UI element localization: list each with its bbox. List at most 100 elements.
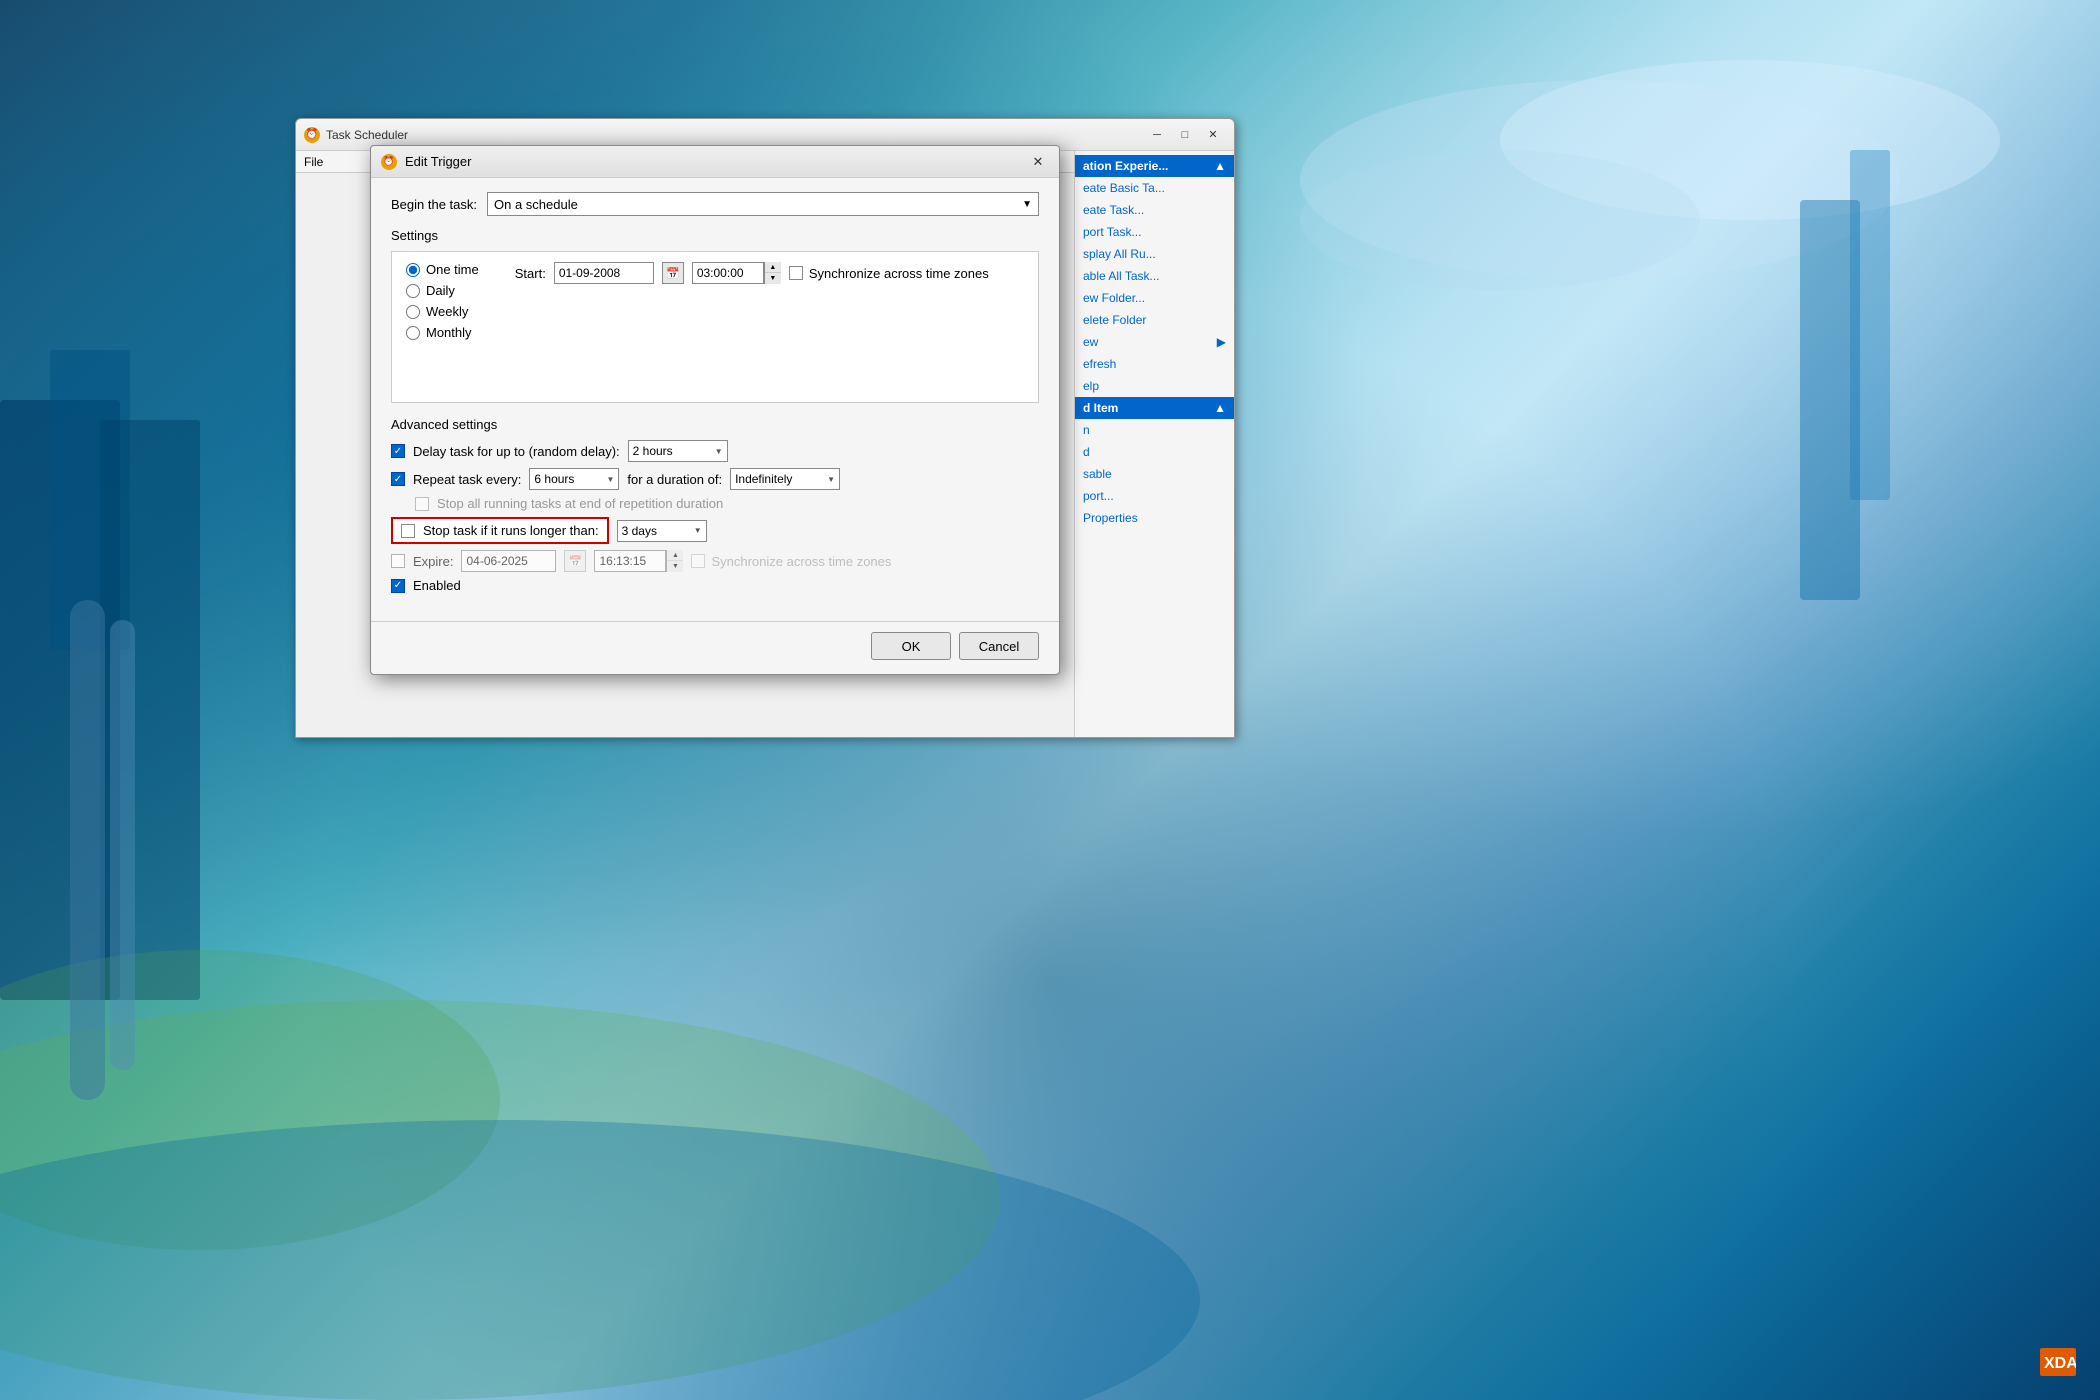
sidebar-header-label: ation Experie...	[1083, 159, 1168, 173]
expire-spin-down[interactable]: ▼	[667, 561, 683, 572]
sidebar-header-selected-label: d Item	[1083, 401, 1118, 415]
stop-task-checkbox[interactable]	[401, 524, 415, 538]
dialog-close-button[interactable]: ✕	[1027, 151, 1049, 173]
cancel-button[interactable]: Cancel	[959, 632, 1039, 660]
settings-right: Start: 01-09-2008 📅 03:00:00	[515, 262, 1024, 392]
expire-date-field[interactable]: 04-06-2025	[461, 550, 556, 572]
begin-task-value: On a schedule	[494, 197, 578, 212]
sidebar-item-help[interactable]: elp	[1075, 375, 1234, 397]
stop-task-value: 3 days	[622, 524, 657, 538]
weekly-radio[interactable]	[406, 305, 420, 319]
sidebar-item-import[interactable]: port Task...	[1075, 221, 1234, 243]
expire-date-value: 04-06-2025	[466, 554, 527, 568]
delay-value-select[interactable]: 2 hours ▼	[628, 440, 728, 462]
close-button[interactable]: ✕	[1200, 125, 1226, 145]
expire-time-control: 16:13:15 ▲ ▼	[594, 550, 683, 572]
sidebar-item-create-task[interactable]: eate Task...	[1075, 199, 1234, 221]
expire-label: Expire:	[413, 554, 453, 569]
enabled-checkbox[interactable]: ✓	[391, 579, 405, 593]
monthly-label: Monthly	[426, 325, 472, 340]
sidebar-item-properties[interactable]: Properties	[1075, 507, 1234, 529]
start-date-value: 01-09-2008	[559, 266, 620, 280]
file-menu[interactable]: File	[304, 155, 323, 169]
sidebar-item-run[interactable]: n	[1075, 419, 1234, 441]
radio-weekly[interactable]: Weekly	[406, 304, 479, 319]
one-time-radio[interactable]	[406, 263, 420, 277]
radio-daily[interactable]: Daily	[406, 283, 479, 298]
settings-title: Settings	[391, 228, 1039, 243]
sidebar-item-export[interactable]: port...	[1075, 485, 1234, 507]
xda-logo-icon: XDA	[2040, 1348, 2076, 1376]
time-spin-down[interactable]: ▼	[765, 273, 781, 284]
sidebar-item-display-running[interactable]: splay All Ru...	[1075, 243, 1234, 265]
radio-one-time[interactable]: One time	[406, 262, 479, 277]
expire-time-field[interactable]: 16:13:15	[594, 550, 666, 572]
dialog-title: Edit Trigger	[405, 154, 1019, 169]
repeat-task-row: ✓ Repeat task every: 6 hours ▼ for a dur…	[391, 468, 1039, 490]
minimize-button[interactable]: ─	[1144, 125, 1170, 145]
sidebar-header-arrow: ▲	[1214, 159, 1226, 173]
expire-calendar-button[interactable]: 📅	[564, 550, 586, 572]
repeat-task-checkbox[interactable]: ✓	[391, 472, 405, 486]
enabled-row: ✓ Enabled	[391, 578, 1039, 593]
time-spin-up[interactable]: ▲	[765, 262, 781, 273]
sync-label: Synchronize across time zones	[809, 266, 989, 281]
sidebar-item-disable[interactable]: sable	[1075, 463, 1234, 485]
calendar-button[interactable]: 📅	[662, 262, 684, 284]
settings-section: Settings One time Daily	[391, 228, 1039, 403]
monthly-radio[interactable]	[406, 326, 420, 340]
expire-sync-row: Synchronize across time zones	[691, 554, 891, 569]
sidebar-item-delete-folder[interactable]: elete Folder	[1075, 309, 1234, 331]
daily-label: Daily	[426, 283, 455, 298]
begin-task-arrow-icon: ▼	[1022, 199, 1032, 210]
maximize-button[interactable]: □	[1172, 125, 1198, 145]
start-label: Start:	[515, 266, 546, 281]
stop-running-row: Stop all running tasks at end of repetit…	[415, 496, 1039, 511]
advanced-section: Advanced settings ✓ Delay task for up to…	[391, 417, 1039, 593]
sidebar-item-new-folder[interactable]: ew Folder...	[1075, 287, 1234, 309]
weekly-label: Weekly	[426, 304, 468, 319]
expire-sync-label: Synchronize across time zones	[711, 554, 891, 569]
expire-checkbox[interactable]	[391, 554, 405, 568]
radio-monthly[interactable]: Monthly	[406, 325, 479, 340]
dialog-titlebar: ⏰ Edit Trigger ✕	[371, 146, 1059, 178]
sidebar-header-selected-arrow: ▲	[1214, 401, 1226, 415]
duration-value-select[interactable]: Indefinitely ▼	[730, 468, 840, 490]
enabled-label: Enabled	[413, 578, 461, 593]
sidebar-item-view[interactable]: ew▶	[1075, 331, 1234, 353]
xda-watermark: XDA	[2040, 1348, 2076, 1376]
expire-spin-buttons: ▲ ▼	[666, 550, 683, 572]
expire-spin-up[interactable]: ▲	[667, 550, 683, 561]
stop-task-label: Stop task if it runs longer than:	[423, 523, 599, 538]
settings-inner: One time Daily Weekly Monthly	[406, 262, 1024, 392]
stop-task-arrow-icon: ▼	[694, 526, 702, 535]
sidebar-item-end[interactable]: d	[1075, 441, 1234, 463]
start-time-field[interactable]: 03:00:00	[692, 262, 764, 284]
repeat-select-arrow-icon: ▼	[606, 475, 614, 484]
repeat-value-select[interactable]: 6 hours ▼	[529, 468, 619, 490]
sidebar-item-refresh[interactable]: efresh	[1075, 353, 1234, 375]
dialog-icon: ⏰	[381, 154, 397, 170]
dialog-body: Begin the task: On a schedule ▼ Settings…	[371, 178, 1059, 621]
daily-radio[interactable]	[406, 284, 420, 298]
settings-box: One time Daily Weekly Monthly	[391, 251, 1039, 403]
stop-running-checkbox	[415, 497, 429, 511]
ok-button[interactable]: OK	[871, 632, 951, 660]
begin-task-select[interactable]: On a schedule ▼	[487, 192, 1039, 216]
task-scheduler-icon: ⏰	[304, 127, 320, 143]
expire-sync-checkbox[interactable]	[691, 554, 705, 568]
sidebar-item-enable-all[interactable]: able All Task...	[1075, 265, 1234, 287]
stop-task-select[interactable]: 3 days ▼	[617, 520, 707, 542]
sync-checkbox[interactable]	[789, 266, 803, 280]
dialog-footer: OK Cancel	[371, 621, 1059, 674]
start-time-value: 03:00:00	[697, 266, 744, 280]
delay-task-checkbox[interactable]: ✓	[391, 444, 405, 458]
sidebar-item-create-basic[interactable]: eate Basic Ta...	[1075, 177, 1234, 199]
repeat-value: 6 hours	[534, 472, 574, 486]
task-scheduler-title: Task Scheduler	[326, 128, 1138, 142]
one-time-label: One time	[426, 262, 479, 277]
duration-select-arrow-icon: ▼	[827, 475, 835, 484]
start-date-field[interactable]: 01-09-2008	[554, 262, 654, 284]
sidebar-header-actions: ation Experie... ▲	[1075, 155, 1234, 177]
stop-task-row: Stop task if it runs longer than: 3 days…	[391, 517, 1039, 544]
